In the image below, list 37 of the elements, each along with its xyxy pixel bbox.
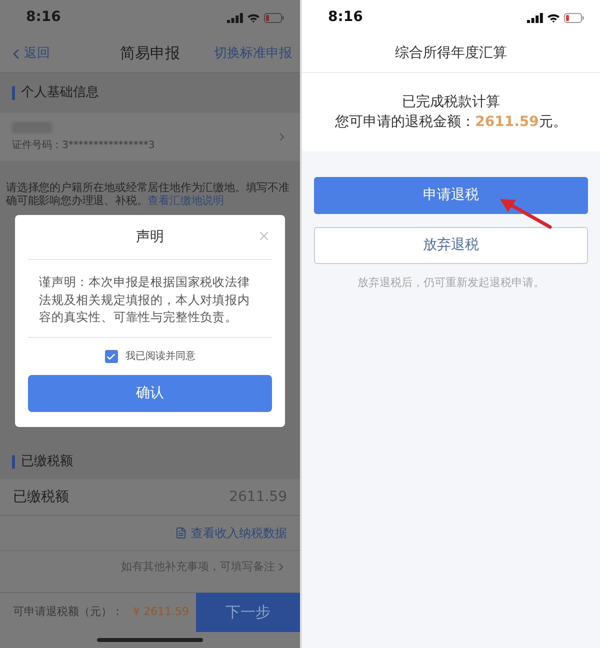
signal-icon	[227, 12, 243, 22]
abandon-hint: 放弃退税后，仍可重新发起退税申请。	[356, 275, 546, 291]
abandon-refund-button[interactable]: 放弃退税	[314, 227, 588, 264]
personal-info-row[interactable]: 证件号码：3****************3	[0, 113, 300, 161]
status-time: 8:16	[328, 8, 363, 27]
confirm-button[interactable]: 确认	[28, 375, 272, 412]
apply-refund-button[interactable]: 申请退税	[314, 177, 588, 214]
paid-tax-label: 已缴税额	[13, 488, 69, 506]
annotation-arrow	[499, 197, 552, 229]
calculation-status: 已完成税款计算	[402, 93, 500, 112]
refund-amount: ¥ 2611.59	[133, 604, 189, 620]
section-heading: 个人基础信息	[21, 84, 99, 102]
notice-text: 请选择您的户籍所在地或经常居住地作为汇缴地。填写不准确可能影响您办理退、补税。查看汇缴地说明	[5, 181, 290, 207]
refund-amount-text: 您可申请的退税金额：2611.59元。	[335, 113, 567, 132]
section-bar-icon	[12, 455, 15, 469]
close-icon[interactable]	[257, 229, 271, 243]
wifi-icon	[547, 12, 560, 22]
declaration-text: 谨声明：本次申报是根据国家税收法律法规及相关规定填报的，本人对填报内容的真实性、可靠性与完整性负责。	[38, 274, 251, 326]
id-number-text: 证件号码：3****************3	[12, 138, 155, 152]
income-data-link[interactable]: 查看收入纳税数据	[175, 524, 287, 542]
dialog-title: 声明	[136, 228, 164, 246]
notice-link[interactable]: 查看汇缴地说明	[148, 194, 224, 207]
document-icon	[175, 527, 187, 539]
section-heading: 已缴税额	[21, 453, 73, 472]
wifi-icon	[247, 12, 260, 22]
back-link[interactable]: 返回	[8, 44, 50, 64]
agree-checkbox[interactable]: 我已阅读并同意	[15, 338, 285, 375]
status-time: 8:16	[26, 8, 61, 27]
signal-icon	[527, 12, 543, 22]
next-button[interactable]: 下一步	[196, 593, 300, 632]
refund-label: 可申请退税额（元）：	[13, 604, 123, 620]
page-title: 简易申报	[120, 43, 180, 64]
battery-icon	[564, 12, 584, 22]
section-bar-icon	[12, 86, 15, 100]
battery-icon	[264, 12, 284, 22]
switch-mode-link[interactable]: 切换标准申报	[214, 44, 292, 64]
page-title: 综合所得年度汇算	[395, 44, 507, 63]
